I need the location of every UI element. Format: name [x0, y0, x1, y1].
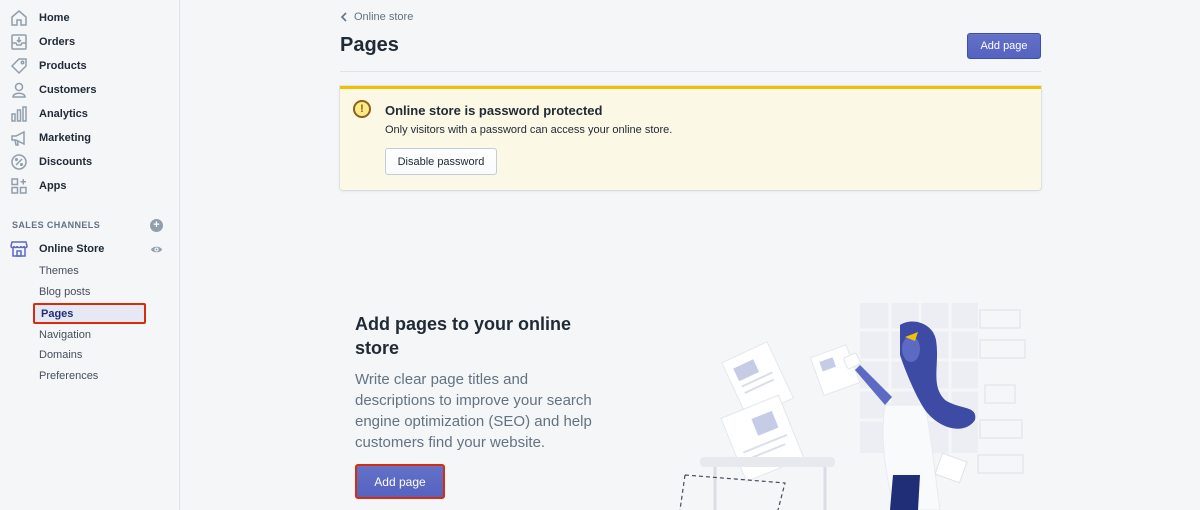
- sidebar: Home Orders Products Customers Analytics…: [0, 0, 180, 510]
- password-protected-banner: ! Online store is password protected Onl…: [340, 86, 1041, 190]
- sidebar-item-analytics[interactable]: Analytics: [10, 103, 88, 125]
- eye-icon[interactable]: [150, 243, 163, 256]
- sidebar-item-discounts[interactable]: Discounts: [10, 151, 92, 173]
- sidebar-item-label: Customers: [39, 84, 97, 96]
- breadcrumb[interactable]: Online store: [340, 11, 413, 23]
- header-divider: [340, 71, 1041, 72]
- megaphone-icon: [10, 129, 28, 147]
- breadcrumb-label: Online store: [354, 11, 414, 23]
- sidebar-item-label: Online Store: [39, 243, 105, 255]
- empty-state-title: Add pages to your online store: [355, 314, 572, 358]
- banner-title: Online store is password protected: [385, 103, 603, 118]
- warning-icon: !: [353, 100, 371, 118]
- add-sales-channel-button[interactable]: +: [150, 219, 163, 232]
- orders-icon: [10, 33, 28, 51]
- apps-icon: [10, 177, 28, 195]
- add-page-button[interactable]: Add page: [967, 33, 1041, 59]
- sidebar-item-label: Orders: [39, 36, 76, 48]
- sidebar-item-label: Home: [39, 12, 70, 24]
- sidebar-item-label: Marketing: [39, 132, 91, 144]
- sidebar-subitem-domains[interactable]: Domains: [39, 349, 82, 361]
- pages-illustration: [679, 303, 1026, 510]
- bar-chart-icon: [10, 105, 28, 123]
- sidebar-item-orders[interactable]: Orders: [10, 31, 75, 53]
- sidebar-item-home[interactable]: Home: [10, 7, 70, 29]
- page-title: Pages: [340, 34, 399, 56]
- sidebar-item-label: Analytics: [39, 108, 88, 120]
- sidebar-item-label: Products: [39, 60, 87, 72]
- person-icon: [10, 81, 28, 99]
- sidebar-item-label: Discounts: [39, 156, 93, 168]
- sales-channels-heading: SALES CHANNELS: [12, 220, 101, 230]
- tag-icon: [10, 57, 28, 75]
- home-icon: [10, 9, 28, 27]
- sidebar-item-marketing[interactable]: Marketing: [10, 127, 91, 149]
- sidebar-subitem-navigation[interactable]: Navigation: [39, 329, 91, 341]
- sidebar-item-online-store[interactable]: Online Store: [10, 238, 104, 260]
- store-icon: [10, 240, 28, 258]
- discount-icon: [10, 153, 28, 171]
- sidebar-subitem-blog-posts[interactable]: Blog posts: [39, 286, 90, 298]
- chevron-left-icon: [340, 12, 347, 22]
- sidebar-item-label: Apps: [39, 180, 67, 192]
- sidebar-subitem-preferences[interactable]: Preferences: [39, 370, 98, 382]
- empty-state-description: Write clear page titles and descriptions…: [355, 371, 592, 451]
- sidebar-subitem-themes[interactable]: Themes: [39, 265, 79, 277]
- sidebar-item-customers[interactable]: Customers: [10, 79, 96, 101]
- empty-state-add-page-button[interactable]: Add page: [355, 464, 445, 499]
- banner-text: Only visitors with a password can access…: [385, 124, 673, 136]
- disable-password-button[interactable]: Disable password: [385, 148, 497, 175]
- sidebar-subitem-pages[interactable]: Pages: [33, 303, 146, 324]
- sidebar-item-products[interactable]: Products: [10, 55, 87, 77]
- sidebar-item-apps[interactable]: Apps: [10, 175, 67, 197]
